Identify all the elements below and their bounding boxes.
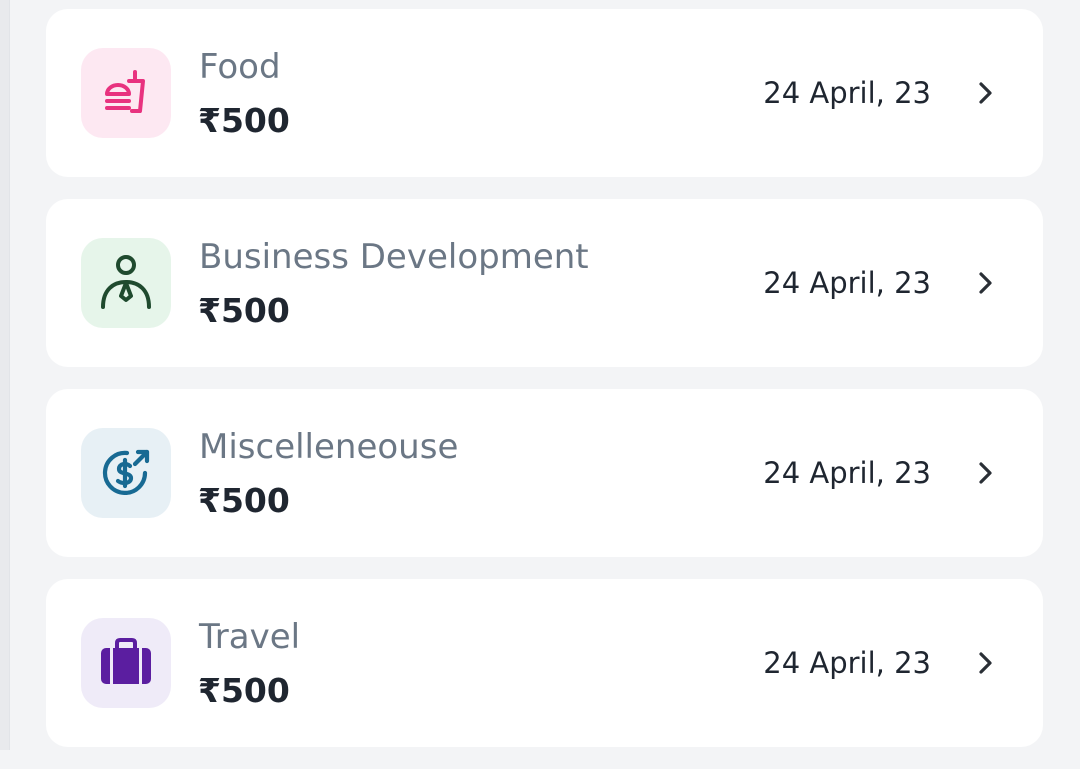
expense-card-food[interactable]: Food ₹500 24 April, 23 — [46, 9, 1043, 177]
expense-date: 24 April, 23 — [763, 646, 931, 680]
chevron-right-icon[interactable] — [973, 460, 997, 486]
expense-date: 24 April, 23 — [763, 266, 931, 300]
left-edge-strip — [0, 0, 10, 750]
chevron-right-icon[interactable] — [973, 650, 997, 676]
expense-date: 24 April, 23 — [763, 76, 931, 110]
category-name: Travel — [199, 617, 301, 657]
category-icon-tile — [81, 238, 171, 328]
category-name: Business Development — [199, 237, 589, 277]
category-icon-tile — [81, 48, 171, 138]
expense-card-travel[interactable]: Travel ₹500 24 April, 23 — [46, 579, 1043, 747]
expense-card-miscellaneous[interactable]: Miscelleneouse ₹500 24 April, 23 — [46, 389, 1043, 557]
expense-date: 24 April, 23 — [763, 456, 931, 490]
expense-amount: ₹500 — [198, 481, 290, 520]
category-icon-tile — [81, 428, 171, 518]
food-icon — [99, 66, 153, 120]
expense-card-business-development[interactable]: Business Development ₹500 24 April, 23 — [46, 199, 1043, 367]
chevron-right-icon[interactable] — [973, 270, 997, 296]
business-person-icon — [99, 254, 153, 312]
expense-amount: ₹500 — [198, 291, 290, 330]
category-name: Food — [199, 47, 281, 87]
briefcase-icon — [98, 638, 154, 688]
category-icon-tile — [81, 618, 171, 708]
expense-list: Food ₹500 24 April, 23 Business Developm… — [46, 9, 1043, 769]
category-name: Miscelleneouse — [199, 427, 459, 467]
money-exchange-icon — [99, 446, 153, 500]
expense-amount: ₹500 — [198, 101, 290, 140]
chevron-right-icon[interactable] — [973, 80, 997, 106]
expense-amount: ₹500 — [198, 671, 290, 710]
